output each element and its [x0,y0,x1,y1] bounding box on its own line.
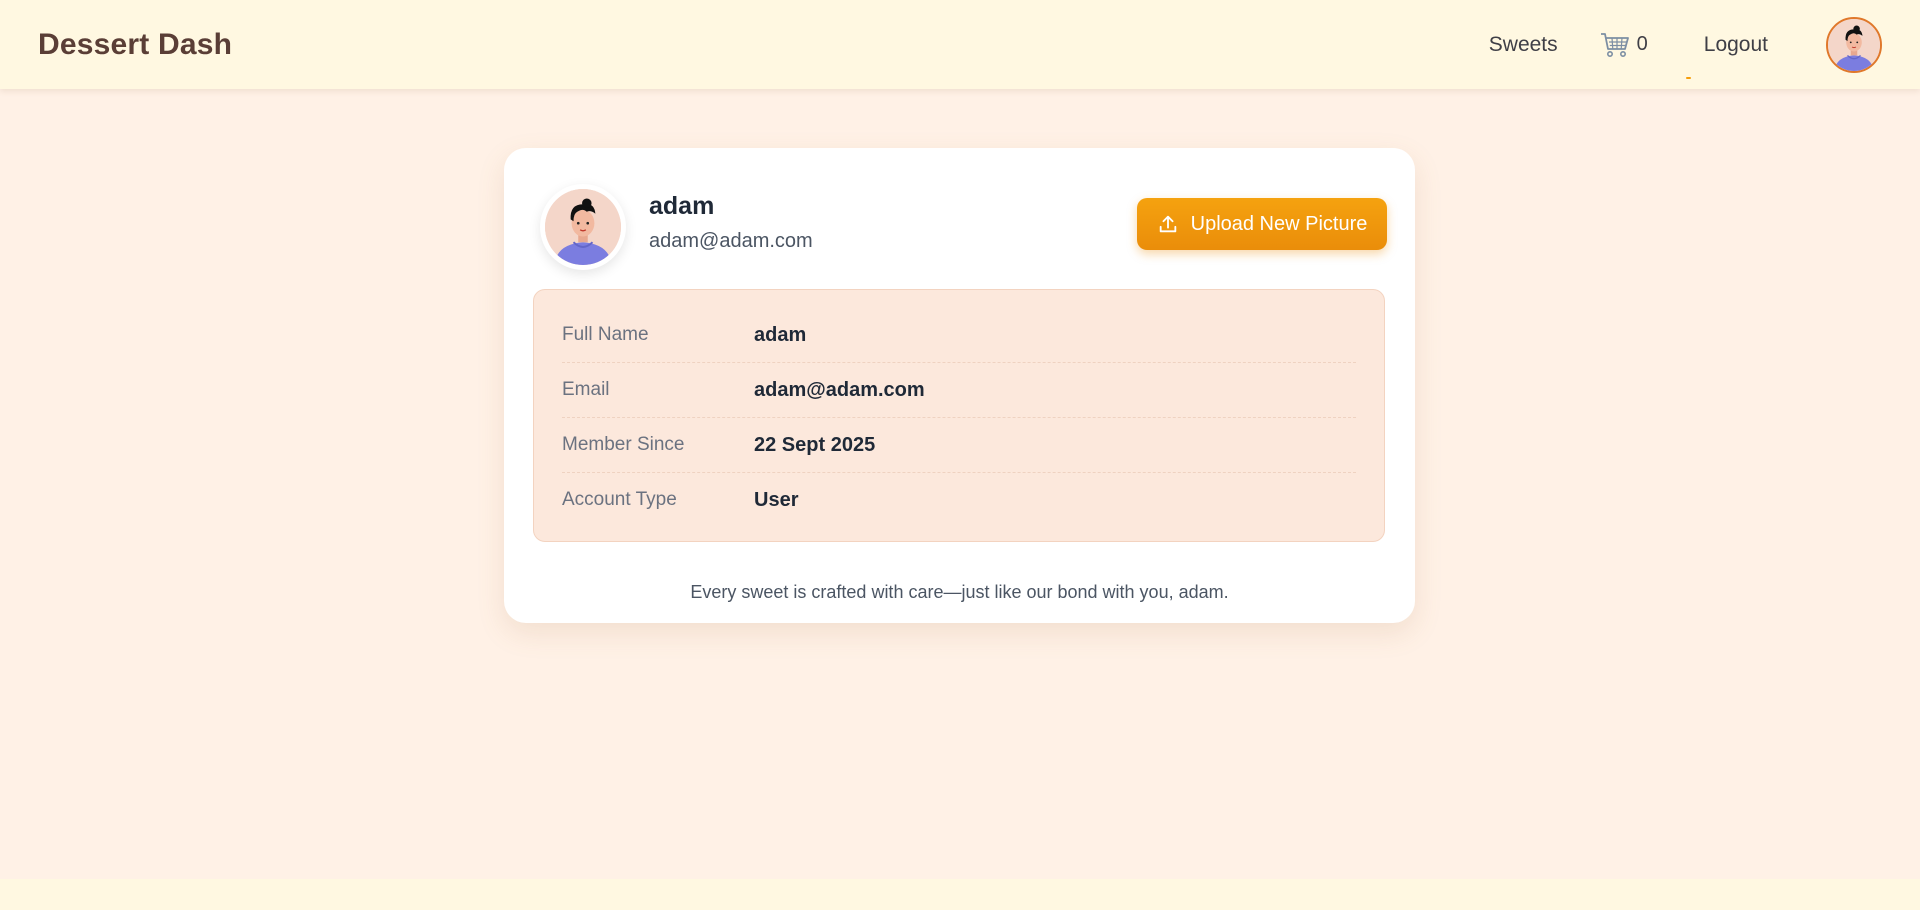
brand-logo[interactable]: Dessert Dash [38,28,232,62]
nav-sweets-link[interactable]: Sweets [1489,33,1558,57]
upload-label: Upload New Picture [1190,212,1368,235]
logout-link[interactable]: Logout [1685,32,1768,79]
cart-icon [1600,32,1629,57]
tagline: Every sweet is crafted with care—just li… [690,582,1229,602]
cart-button[interactable]: 0 [1600,31,1648,59]
profile-name: adam [649,192,715,220]
navbar: Dessert Dash Sweets 0 Logout [0,0,1920,89]
avatar-illustration [545,189,621,265]
profile-avatar-frame [540,184,626,270]
detail-row-full-name: Full Name adam [562,308,1356,363]
detail-value: User [754,488,799,511]
nav-links: Sweets 0 Logout [1489,0,1882,89]
detail-label: Email [562,379,610,400]
detail-row-email: Email adam@adam.com [562,363,1356,418]
profile-email: adam@adam.com [649,230,813,252]
upload-icon [1159,215,1176,233]
nav-avatar[interactable] [1826,16,1882,73]
active-indicator [1685,76,1691,79]
cart-count: 0 [1636,33,1648,55]
detail-row-account-type: Account Type User [562,473,1356,527]
avatar-illustration [1828,18,1880,71]
detail-label: Member Since [562,434,685,455]
profile-avatar [545,189,621,265]
detail-value: adam@adam.com [754,378,925,401]
profile-header: adam adam@adam.com Upload New Picture [540,184,1387,274]
footer [0,879,1920,910]
profile-card: adam adam@adam.com Upload New Picture Fu… [504,148,1415,623]
detail-label: Full Name [562,324,649,345]
logout-label: Logout [1703,32,1768,56]
detail-row-member-since: Member Since 22 Sept 2025 [562,418,1356,473]
detail-value: adam [754,323,807,346]
detail-label: Account Type [562,489,677,510]
upload-picture-button[interactable]: Upload New Picture [1137,198,1387,250]
profile-details: Full Name adam Email adam@adam.com Membe… [533,289,1385,542]
detail-value: 22 Sept 2025 [754,433,876,456]
